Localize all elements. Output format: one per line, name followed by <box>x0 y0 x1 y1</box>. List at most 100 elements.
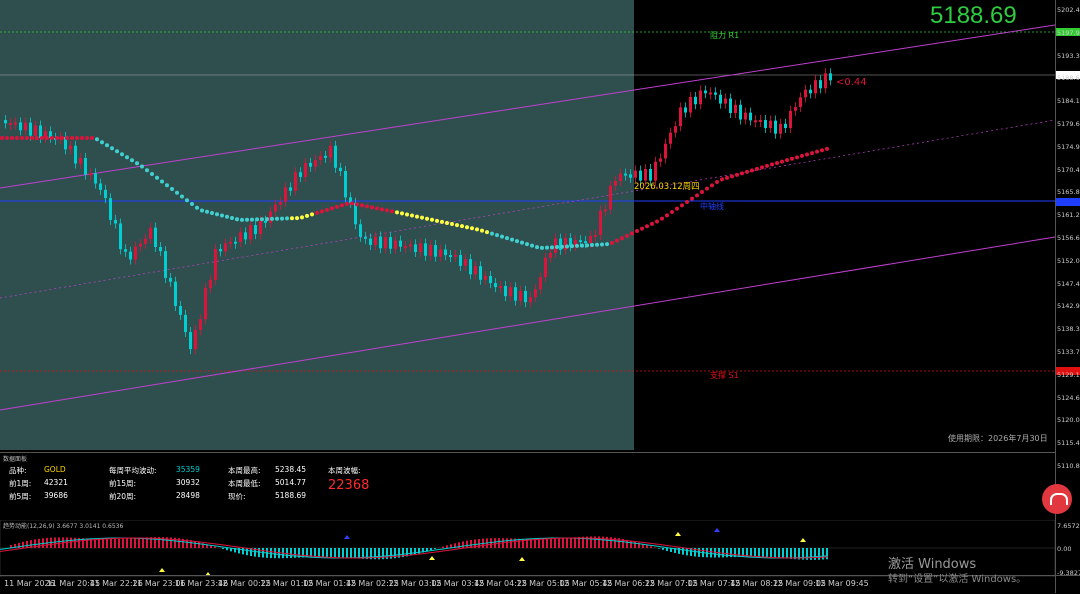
candle-body <box>219 249 222 251</box>
ma-dot <box>485 230 489 234</box>
info-key: 前1周: <box>9 478 31 489</box>
candle-body <box>284 187 287 201</box>
ma-dot <box>30 136 34 140</box>
ma-dot <box>300 215 304 219</box>
candle-body <box>474 266 477 274</box>
histogram-bar <box>430 548 432 550</box>
candle-body <box>704 91 707 94</box>
ma-dot <box>290 216 294 220</box>
candle-body <box>244 232 247 239</box>
ma-dot <box>675 207 679 211</box>
histogram-bar <box>350 548 352 558</box>
ma-dot <box>760 165 764 169</box>
ma-dot <box>620 236 624 240</box>
main-chart[interactable]: 阻力 R1 中轴线 支撑 S1 2026.03.12周四 <0.44 使用期限：… <box>0 0 1080 450</box>
candle-body <box>549 253 552 258</box>
histogram-bar <box>222 548 224 549</box>
ma-dot <box>505 236 509 240</box>
candle-body <box>359 224 362 237</box>
ma-dot <box>20 136 24 140</box>
candle-body <box>709 92 712 94</box>
ma-dot <box>455 223 459 227</box>
histogram-bar <box>750 548 752 557</box>
ma-dot <box>430 218 434 222</box>
ma-dot <box>285 216 289 220</box>
candle-body <box>304 163 307 177</box>
candle-body <box>19 122 22 130</box>
candle-body <box>794 107 797 111</box>
candle-body <box>669 133 672 144</box>
ma-dot <box>205 210 209 214</box>
histogram-bar <box>334 548 336 557</box>
candle-body <box>104 190 107 198</box>
candle-body <box>719 95 722 104</box>
candle-body <box>604 209 607 211</box>
ma-dot <box>590 243 594 247</box>
info-value: 30932 <box>176 478 200 487</box>
candle-body <box>134 247 137 260</box>
info-key: 现价: <box>228 491 246 502</box>
ma-dot <box>725 176 729 180</box>
candle-body <box>519 291 522 301</box>
candle-body <box>329 146 332 158</box>
ma-dot <box>715 180 719 184</box>
histogram-bar <box>758 548 760 557</box>
weekly-range: 22368 <box>328 478 369 493</box>
candle-body <box>204 288 207 319</box>
ma-dot <box>600 242 604 246</box>
price-scale-label: 5188.69 <box>1057 74 1080 82</box>
histogram-bar <box>442 547 444 548</box>
histogram-bar <box>142 538 144 548</box>
ma-dot <box>270 217 274 221</box>
info-value: 5014.77 <box>275 478 306 487</box>
candle-body <box>644 169 647 181</box>
histogram-bar <box>466 541 468 548</box>
histogram-bar <box>494 538 496 548</box>
candle-body <box>409 244 412 246</box>
candle-body <box>524 291 527 302</box>
candle-body <box>489 276 492 283</box>
ma-dot <box>305 214 309 218</box>
price-scale-label: 5110.80 <box>1057 462 1080 470</box>
histogram-bar <box>446 545 448 548</box>
ma-dot <box>260 217 264 221</box>
candle-body <box>404 246 407 248</box>
histogram-bar <box>110 539 112 548</box>
alert-button[interactable] <box>1042 484 1072 514</box>
candle-body <box>479 266 482 280</box>
histogram-bar <box>54 537 56 548</box>
candle-body <box>679 107 682 126</box>
candle-body <box>14 122 17 124</box>
candle-body <box>89 173 92 175</box>
candle-body <box>364 237 367 239</box>
ma-dot <box>685 200 689 204</box>
histogram-bar <box>778 548 780 558</box>
candle-body <box>34 126 37 136</box>
histogram-bar <box>242 548 244 554</box>
ma-dot <box>370 205 374 209</box>
ma-dot <box>215 212 219 216</box>
candle-body <box>164 251 167 278</box>
ma-dot <box>110 146 114 150</box>
ma-dot <box>235 217 239 221</box>
candle-body <box>614 181 617 186</box>
histogram-bar <box>358 548 360 559</box>
candle-body <box>749 113 752 121</box>
histogram-bar <box>114 539 116 548</box>
ma-dot <box>65 136 69 140</box>
histogram-bar <box>118 539 120 548</box>
price-scale-label: 5184.10 <box>1057 97 1080 105</box>
histogram-bar <box>822 548 824 560</box>
ma-dot <box>210 211 214 215</box>
ma-dot <box>635 229 639 233</box>
ma-dot <box>535 245 539 249</box>
ma-dot <box>645 224 649 228</box>
ma-dot <box>745 170 749 174</box>
candle-body <box>714 92 717 94</box>
price-scale-label: 5115.40 <box>1057 439 1080 447</box>
ma-dot <box>345 202 349 206</box>
histogram-bar <box>710 548 712 557</box>
ma-dot <box>520 241 524 245</box>
ma-dot <box>375 206 379 210</box>
candle-body <box>224 243 227 251</box>
